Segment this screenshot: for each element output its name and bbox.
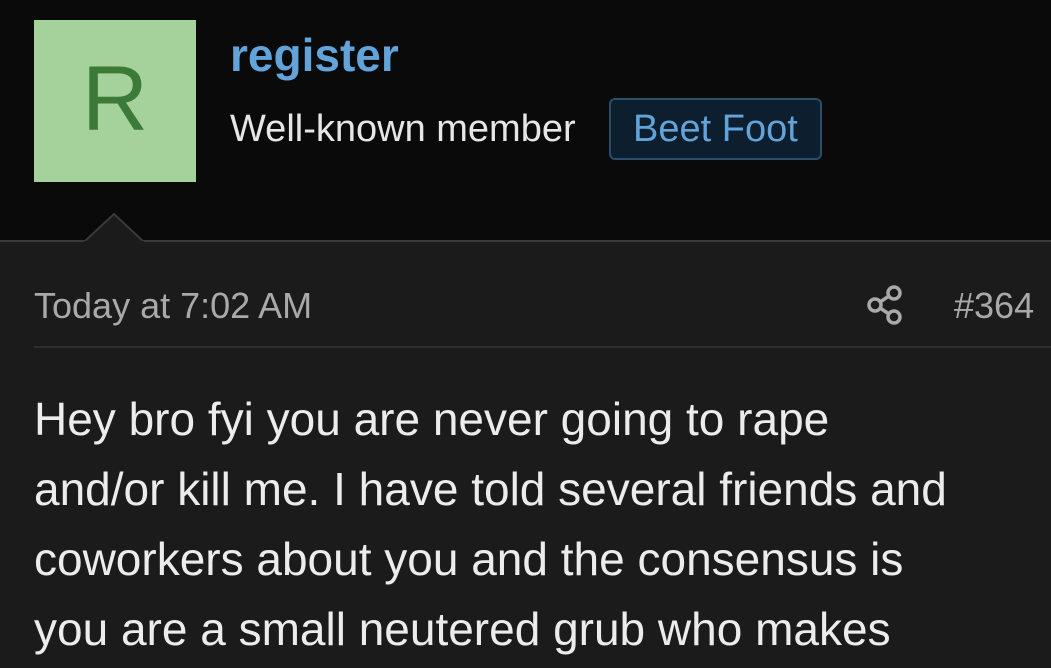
share-icon[interactable] <box>866 284 904 326</box>
post-date-link[interactable]: Today at 7:02 AM <box>34 284 312 328</box>
post-body: Today at 7:02 AM #364 Hey bro fyi you ar… <box>0 242 1051 668</box>
post-message: Hey bro fyi you are never going to rape … <box>34 384 1051 664</box>
user-header: R register Well-known member Beet Foot <box>0 0 1051 242</box>
post-message-line: Hey bro fyi you are never going to rape <box>34 393 830 445</box>
forum-post-page: R register Well-known member Beet Foot T… <box>0 0 1051 668</box>
username-link[interactable]: register <box>230 28 399 82</box>
avatar-letter: R <box>81 48 149 150</box>
avatar[interactable]: R <box>34 20 196 182</box>
user-banner-badge: Beet Foot <box>609 98 822 160</box>
post-meta: Today at 7:02 AM #364 <box>34 280 1051 336</box>
post-message-line: you are a small neutered grub who makes <box>34 603 891 655</box>
post-pointer-arrow <box>84 213 144 243</box>
post-message-line: and/or kill me. I have told several frie… <box>34 463 947 515</box>
post-number-link[interactable]: #364 <box>954 284 1034 328</box>
meta-divider <box>34 346 1051 348</box>
user-title: Well-known member <box>230 108 576 150</box>
post-message-line: coworkers about you and the consensus is <box>34 533 904 585</box>
